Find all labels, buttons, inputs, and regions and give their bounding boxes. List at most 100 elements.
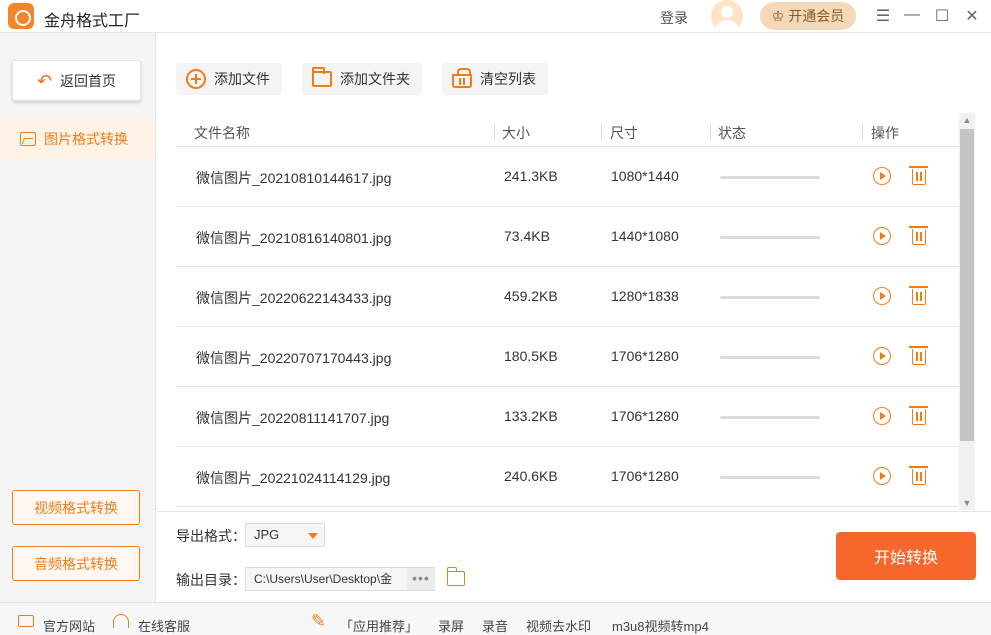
progress-bar [720,476,820,479]
table-row[interactable]: 微信图片_20220811141707.jpg 133.2KB 1706*128… [176,387,959,447]
trash-icon[interactable] [909,286,928,305]
table-row[interactable]: 微信图片_20210816140801.jpg 73.4KB 1440*1080 [176,207,959,267]
play-icon[interactable] [873,467,891,485]
file-dimensions: 1706*1280 [611,408,679,424]
play-icon[interactable] [873,167,891,185]
header-divider [601,124,602,140]
scroll-thumb[interactable] [960,129,974,441]
add-circle-icon [186,69,206,89]
minimize-icon[interactable]: — [902,6,922,24]
scroll-down-icon[interactable]: ▼ [959,496,975,510]
monitor-icon [18,615,34,627]
play-icon[interactable] [873,287,891,305]
header-divider [494,124,495,140]
header-size: 大小 [502,125,530,141]
image-icon [20,132,36,146]
file-size: 180.5KB [504,348,558,364]
clear-list-button[interactable]: 清空列表 [442,63,548,95]
trash-icon[interactable] [909,466,928,485]
table-row[interactable]: 微信图片_20220707170443.jpg 180.5KB 1706*128… [176,327,959,387]
sidebar-item-image-convert[interactable]: 图片格式转换 [0,119,155,159]
file-dimensions: 1440*1080 [611,228,679,244]
open-folder-icon[interactable] [446,567,465,586]
file-name: 微信图片_20210816140801.jpg [196,230,392,246]
scroll-up-icon[interactable]: ▲ [959,113,975,127]
file-dimensions: 1280*1838 [611,288,679,304]
remove-watermark-link[interactable]: 视频去水印 [526,616,591,635]
format-label: 导出格式： [176,528,246,544]
start-convert-button[interactable]: 开始转换 [836,532,976,580]
video-convert-button[interactable]: 视频格式转换 [12,490,140,525]
output-dir-label: 输出目录： [176,572,246,588]
back-home-button[interactable]: ↶ 返回首页 [12,60,141,101]
file-dimensions: 1706*1280 [611,468,679,484]
header-name: 文件名称 [194,125,250,141]
clear-basket-icon [452,68,472,88]
play-icon[interactable] [873,227,891,245]
maximize-icon[interactable]: ☐ [932,6,952,26]
app-recommend-link[interactable]: 「应用推荐」 [340,616,418,635]
clear-list-label: 清空列表 [480,71,536,87]
trash-icon[interactable] [909,406,928,425]
audio-convert-button[interactable]: 音频格式转换 [12,546,140,581]
screen-record-link[interactable]: 录屏 [438,616,464,635]
table-scrollbar[interactable]: ▲ ▼ [959,113,975,510]
file-name: 微信图片_20221024114129.jpg [196,470,391,486]
status-bar: 官方网站 在线客服 ✎ 「应用推荐」 录屏 录音 视频去水印 m3u8视频转mp… [0,602,991,635]
sidebar-item-label: 图片格式转换 [44,131,128,147]
file-dimensions: 1080*1440 [611,168,679,184]
menu-icon[interactable]: ☰ [873,6,893,26]
file-name: 微信图片_20220707170443.jpg [196,350,392,366]
file-name: 微信图片_20210810144617.jpg [196,170,392,186]
file-size: 459.2KB [504,288,558,304]
play-icon[interactable] [873,407,891,425]
vip-button[interactable]: ♔ 开通会员 [760,2,856,30]
table-row[interactable]: 微信图片_20210810144617.jpg 241.3KB 1080*144… [176,147,959,207]
back-home-label: 返回首页 [60,72,117,89]
sidebar: ↶ 返回首页 图片格式转换 视频格式转换 音频格式转换 [0,33,156,602]
progress-bar [720,296,820,299]
login-link[interactable]: 登录 [660,8,688,28]
online-support-link[interactable]: 在线客服 [138,616,190,635]
trash-icon[interactable] [909,166,928,185]
browse-more-button[interactable]: ••• [407,568,435,590]
header-actions: 操作 [871,125,899,141]
play-icon[interactable] [873,347,891,365]
trash-icon[interactable] [909,226,928,245]
output-panel: 导出格式： JPG 输出目录： C:\Users\User\Desktop\金 … [157,511,991,602]
folder-icon [312,67,332,87]
official-website-link[interactable]: 官方网站 [43,616,95,635]
file-size: 240.6KB [504,468,558,484]
trash-icon[interactable] [909,346,928,365]
m3u8-to-mp4-link[interactable]: m3u8视频转mp4 [612,616,709,635]
table-row[interactable]: 微信图片_20221024114129.jpg 240.6KB 1706*128… [176,447,959,507]
file-dimensions: 1706*1280 [611,348,679,364]
table-header: 文件名称 大小 尺寸 状态 操作 [176,117,959,147]
file-name: 微信图片_20220811141707.jpg [196,410,390,426]
avatar[interactable] [711,0,743,32]
progress-bar [720,176,820,179]
app-title: 金舟格式工厂 [44,13,141,30]
add-file-label: 添加文件 [214,71,270,87]
table-row[interactable]: 微信图片_20220622143433.jpg 459.2KB 1280*183… [176,267,959,327]
crown-icon: ♔ [771,7,785,24]
vip-button-label: 开通会员 [788,8,845,24]
progress-bar [720,236,820,239]
file-size: 133.2KB [504,408,558,424]
title-bar: 金舟格式工厂 登录 ♔ 开通会员 ☰ — ☐ ✕ [0,0,991,33]
close-icon[interactable]: ✕ [962,6,982,26]
headset-icon [113,614,129,628]
app-logo-icon [8,3,34,29]
add-file-button[interactable]: 添加文件 [176,63,282,95]
header-dimensions: 尺寸 [610,125,638,141]
header-status: 状态 [718,125,746,141]
return-arrow-icon: ↶ [36,70,53,91]
add-folder-label: 添加文件夹 [340,71,410,87]
header-divider [862,124,863,140]
file-size: 73.4KB [504,228,550,244]
file-size: 241.3KB [504,168,558,184]
format-select[interactable]: JPG [245,523,325,547]
add-folder-button[interactable]: 添加文件夹 [302,63,422,95]
file-name: 微信图片_20220622143433.jpg [196,290,392,306]
audio-record-link[interactable]: 录音 [482,616,508,635]
